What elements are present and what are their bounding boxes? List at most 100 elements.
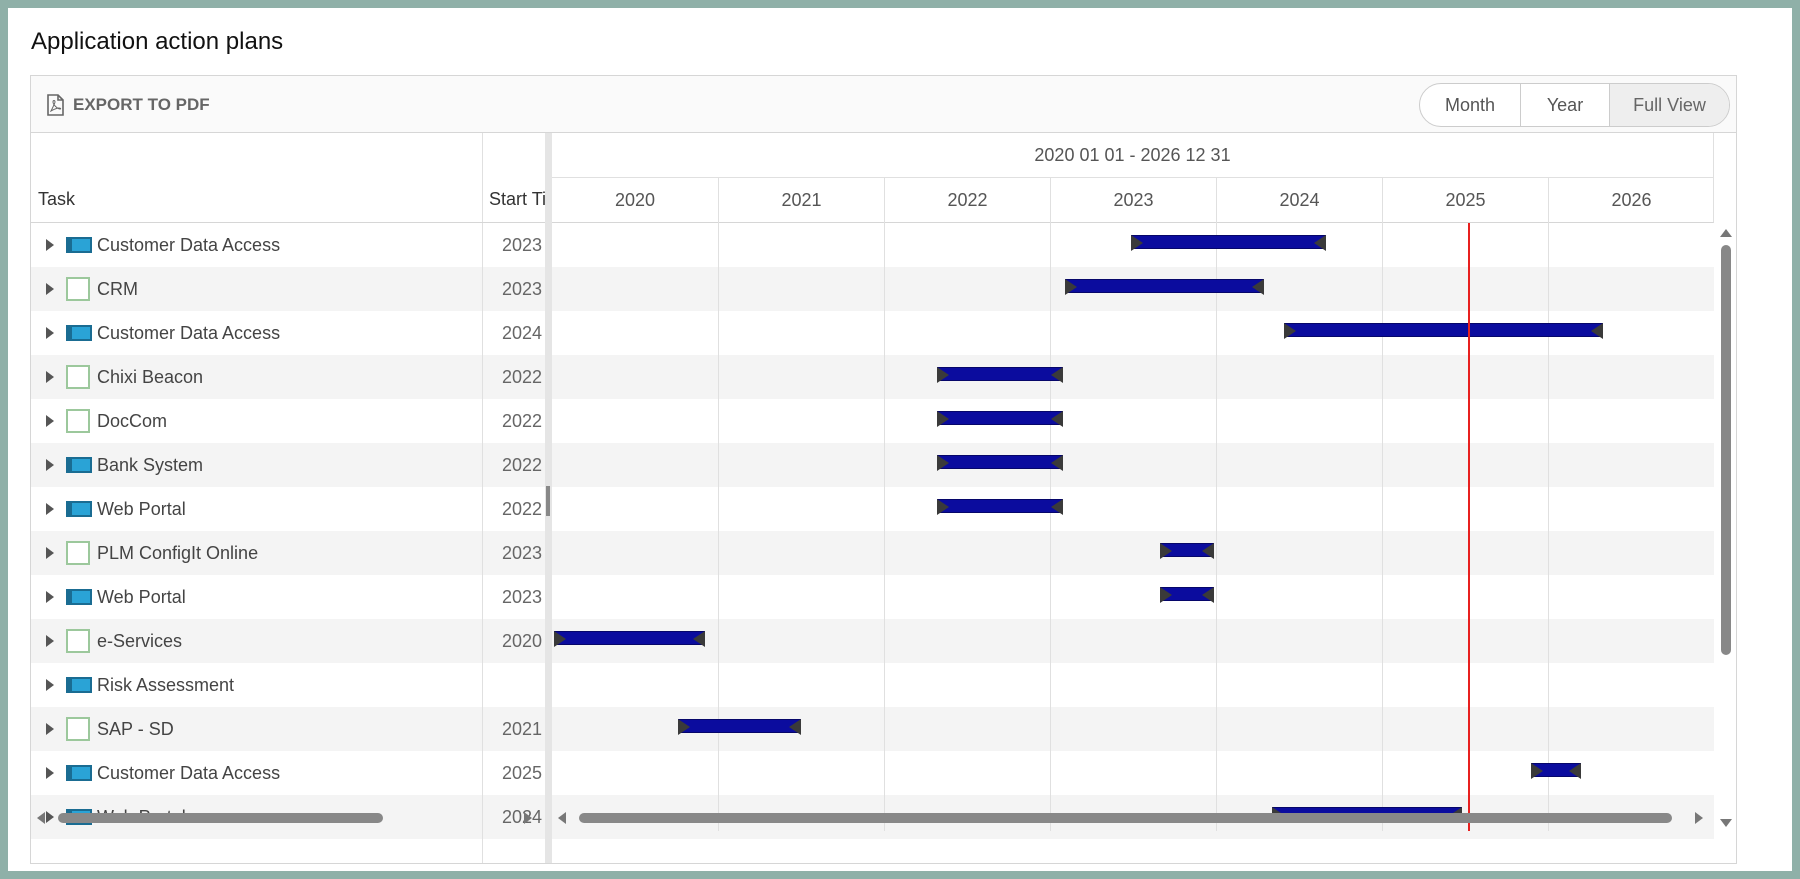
task-row[interactable]: Customer Data Access 2025 10 01: [31, 751, 545, 795]
today-marker: [1468, 223, 1471, 831]
timeline-hscrollbar[interactable]: [552, 808, 1736, 828]
task-bar[interactable]: [1064, 279, 1265, 295]
timeline-vscroll-thumb[interactable]: [1721, 245, 1731, 655]
task-name: Customer Data Access: [97, 762, 281, 783]
timeline-hscroll-thumb[interactable]: [579, 813, 1672, 823]
task-row[interactable]: DocCom 2022 01 01: [31, 399, 545, 443]
expand-arrow-icon[interactable]: [46, 327, 54, 339]
year-gridline: [884, 223, 885, 831]
timeline-row: [552, 399, 1714, 443]
column-header-task[interactable]: Task: [38, 189, 75, 210]
task-bar[interactable]: [553, 631, 705, 647]
column-header-start-time[interactable]: Start Time: [489, 189, 545, 210]
task-name: DocCom: [97, 410, 168, 431]
year-label: 2024: [1216, 178, 1382, 223]
task-row[interactable]: Customer Data Access 2023 01 01: [31, 223, 545, 267]
task-row[interactable]: SAP - SD 2021 01 01: [31, 707, 545, 751]
expand-arrow-icon[interactable]: [46, 503, 54, 515]
view-switcher: Month Year Full View: [1419, 83, 1730, 127]
task-bar[interactable]: [937, 455, 1064, 471]
grid-hscrollbar[interactable]: [31, 808, 545, 828]
task-name: Customer Data Access: [97, 234, 281, 255]
task-start-time: 2020 01 01: [502, 630, 545, 651]
timeline-row: [552, 531, 1714, 575]
checkbox-icon: [66, 541, 90, 565]
task-start-time: 2025 10 01: [502, 762, 545, 783]
task-bar[interactable]: [937, 499, 1064, 515]
task-bar[interactable]: [1284, 323, 1603, 339]
task-name: Web Portal: [97, 586, 186, 607]
column-divider[interactable]: [482, 133, 483, 222]
task-grid-header: Task Start Time: [31, 133, 545, 223]
timeline-range-label: 2020 01 01 - 2026 12 31: [552, 133, 1714, 178]
task-name: CRM: [97, 278, 138, 299]
page-title: Application action plans: [31, 28, 284, 55]
scroll-right-icon[interactable]: [524, 812, 532, 824]
expand-arrow-icon[interactable]: [46, 371, 54, 383]
scroll-right-icon[interactable]: [1695, 812, 1703, 824]
checkbox-icon: [66, 365, 90, 389]
timeline-body: [552, 223, 1714, 839]
scroll-left-icon[interactable]: [558, 812, 566, 824]
task-row[interactable]: Web Portal 2023 01 01: [31, 575, 545, 619]
gantt-toolbar: EXPORT TO PDF Month Year Full View: [31, 76, 1736, 133]
expand-arrow-icon[interactable]: [46, 767, 54, 779]
task-bar[interactable]: [1159, 587, 1215, 603]
task-bar[interactable]: [1131, 235, 1326, 251]
expand-arrow-icon[interactable]: [46, 679, 54, 691]
task-bar[interactable]: [678, 719, 801, 735]
expand-arrow-icon[interactable]: [46, 283, 54, 295]
task-row[interactable]: Web Portal 2022 01 01: [31, 487, 545, 531]
expand-arrow-icon[interactable]: [46, 591, 54, 603]
grid-hscroll-thumb[interactable]: [58, 813, 383, 823]
application-icon: [66, 677, 92, 693]
export-pdf-button[interactable]: EXPORT TO PDF: [45, 93, 210, 117]
view-year-button[interactable]: Year: [1520, 84, 1609, 126]
expand-arrow-icon[interactable]: [46, 459, 54, 471]
task-start-time: 2023 01 01: [502, 542, 545, 563]
timeline-panel: 2020 01 01 - 2026 12 31 2020 2021 2022 2023…: [552, 133, 1736, 863]
task-row[interactable]: Customer Data Access 2024 01 01: [31, 311, 545, 355]
splitter-grip[interactable]: [546, 486, 550, 516]
task-row[interactable]: PLM ConfigIt Online 2023 01 01: [31, 531, 545, 575]
task-name: Chixi Beacon: [97, 366, 204, 387]
application-icon: [66, 501, 92, 517]
task-row[interactable]: CRM 2023 01 01: [31, 267, 545, 311]
task-bar[interactable]: [1159, 543, 1215, 559]
grid-splitter[interactable]: [545, 133, 552, 863]
application-icon: [66, 589, 92, 605]
timeline-vscrollbar[interactable]: [1717, 223, 1734, 831]
scroll-left-icon[interactable]: [37, 812, 45, 824]
expand-arrow-icon[interactable]: [46, 415, 54, 427]
timeline-row: [552, 355, 1714, 399]
task-row[interactable]: Bank System 2022 01 01: [31, 443, 545, 487]
task-start-time: 2022 01 01: [502, 366, 545, 387]
expand-arrow-icon[interactable]: [46, 239, 54, 251]
expand-arrow-icon[interactable]: [46, 723, 54, 735]
pdf-icon: [47, 94, 64, 116]
task-name: Web Portal: [97, 498, 186, 519]
task-row[interactable]: Risk Assessment: [31, 663, 545, 707]
task-row[interactable]: e-Services 2020 01 01: [31, 619, 545, 663]
timeline-row: [552, 575, 1714, 619]
task-row[interactable]: Chixi Beacon 2022 01 01: [31, 355, 545, 399]
task-bar[interactable]: [937, 367, 1064, 383]
expand-arrow-icon[interactable]: [46, 635, 54, 647]
checkbox-icon: [66, 717, 90, 741]
year-label: 2021: [718, 178, 884, 223]
year-label: 2025: [1382, 178, 1548, 223]
task-start-time: 2022 01 01: [502, 454, 545, 475]
application-icon: [66, 457, 92, 473]
task-name: Bank System: [97, 454, 204, 475]
scroll-up-icon[interactable]: [1720, 229, 1732, 237]
expand-arrow-icon[interactable]: [46, 547, 54, 559]
task-bar[interactable]: [1531, 763, 1582, 779]
checkbox-icon: [66, 277, 90, 301]
year-gridline: [718, 223, 719, 831]
view-full-button[interactable]: Full View: [1609, 84, 1729, 126]
task-name: Risk Assessment: [97, 674, 235, 695]
view-month-button[interactable]: Month: [1420, 84, 1520, 126]
gantt-chart: EXPORT TO PDF Month Year Full View Task …: [30, 75, 1737, 864]
task-bar[interactable]: [937, 411, 1064, 427]
year-label: 2020: [614, 190, 656, 210]
